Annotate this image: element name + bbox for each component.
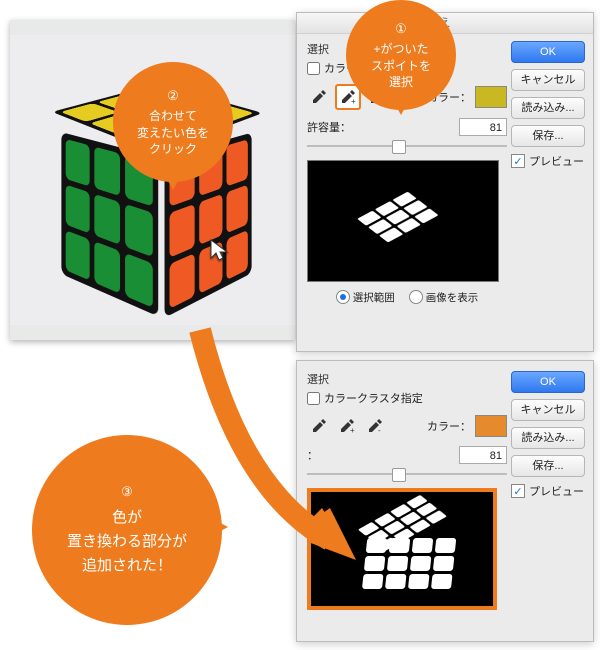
svg-text:-: -: [378, 426, 381, 434]
selection-group-label: 選択: [307, 371, 507, 387]
preview-checkbox[interactable]: ✓プレビュー: [511, 483, 587, 499]
color-cluster-check-input[interactable]: [307, 62, 320, 75]
eyedropper-icon[interactable]: [307, 414, 331, 438]
save-button[interactable]: 保存...: [511, 125, 585, 147]
color-cluster-checkbox[interactable]: カラークラスタ指定: [307, 390, 423, 406]
load-button[interactable]: 読み込み...: [511, 97, 585, 119]
tolerance-label: ：: [307, 447, 318, 463]
callout-step-3: ③ 色が 置き換わる部分が 追加された！: [32, 435, 222, 625]
tolerance-value[interactable]: 81: [459, 446, 507, 464]
sampled-color-swatch[interactable]: [475, 415, 507, 437]
radio-selection[interactable]: 選択範囲: [336, 290, 395, 305]
eyedropper-plus-icon[interactable]: +: [335, 414, 359, 438]
replace-color-dialog-2: 選択 カラークラスタ指定 + - カラー： ： 81: [296, 360, 594, 642]
radio-show-image[interactable]: 画像を表示: [409, 290, 479, 305]
save-button[interactable]: 保存...: [511, 455, 585, 477]
eyedropper-icon[interactable]: [307, 85, 331, 109]
tolerance-label: 許容量：: [307, 119, 351, 135]
svg-text:+: +: [350, 426, 355, 434]
sampled-color-swatch[interactable]: [475, 86, 507, 108]
callout-step-2: ② 合わせて 変えたい色を クリック: [113, 62, 233, 182]
load-button[interactable]: 読み込み...: [511, 427, 585, 449]
cancel-button[interactable]: キャンセル: [511, 399, 585, 421]
selection-preview-updated: [307, 488, 497, 610]
color-cluster-label: カラークラスタ指定: [324, 390, 423, 406]
preview-checkbox[interactable]: ✓プレビュー: [511, 153, 587, 169]
selection-preview: [307, 160, 499, 282]
color-cluster-check-input[interactable]: [307, 392, 320, 405]
callout-step-1: ① +がついた スポイトを 選択: [346, 0, 456, 110]
ok-button[interactable]: OK: [511, 41, 585, 63]
callout-badge: ①: [371, 20, 431, 38]
tolerance-value[interactable]: 81: [459, 118, 507, 136]
ok-button[interactable]: OK: [511, 371, 585, 393]
tolerance-slider[interactable]: [307, 466, 507, 482]
callout-badge: ③: [67, 482, 187, 503]
callout-badge: ②: [137, 87, 209, 105]
cancel-button[interactable]: キャンセル: [511, 69, 585, 91]
tolerance-slider[interactable]: [307, 138, 507, 154]
eyedropper-minus-icon[interactable]: -: [363, 414, 387, 438]
color-label: カラー：: [427, 418, 471, 434]
